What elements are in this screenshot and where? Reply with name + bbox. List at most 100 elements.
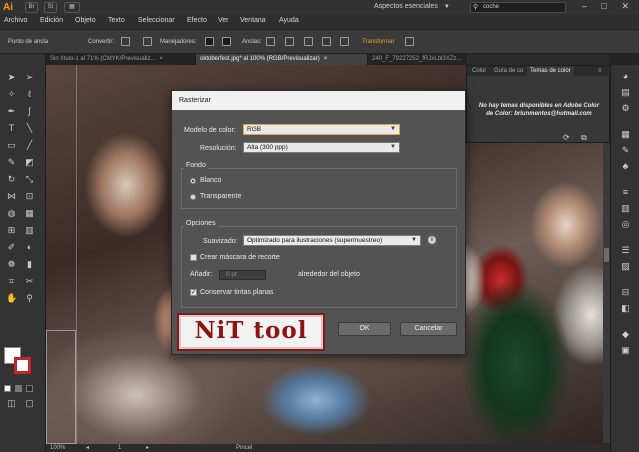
eyedropper-icon[interactable]: ✐	[6, 242, 17, 253]
bg-transparent-radio[interactable]	[190, 194, 196, 200]
menu-archivo[interactable]: Archivo	[4, 17, 27, 24]
appearance-icon[interactable]: ☰	[620, 245, 631, 256]
menu-ayuda[interactable]: Ayuda	[279, 17, 299, 24]
symbol-sprayer-icon[interactable]: ❁	[6, 259, 17, 270]
direct-selection-tool-icon[interactable]: ➢	[24, 72, 35, 83]
close-icon[interactable]: ×	[159, 56, 163, 62]
brushes-icon[interactable]: ✎	[620, 145, 631, 156]
layers-icon[interactable]: ◆	[620, 329, 631, 340]
zoom-tool-icon[interactable]: ⚲	[24, 293, 35, 304]
transform-link[interactable]: Transformar	[362, 39, 394, 45]
gradient-tool-icon[interactable]: ▥	[24, 225, 35, 236]
graph-tool-icon[interactable]: ▮	[24, 259, 35, 270]
isolate-icon[interactable]	[322, 37, 331, 46]
add-amount-field[interactable]: 0 pt	[219, 270, 266, 280]
tab-color-guide[interactable]: Guía de co	[491, 66, 526, 76]
rectangle-tool-icon[interactable]: ▭	[6, 140, 17, 151]
selection-tool-icon[interactable]: ➤	[6, 72, 17, 83]
antialias-select[interactable]: Optimizado para ilustraciones (supermues…	[243, 235, 421, 246]
menu-ver[interactable]: Ver	[218, 17, 229, 24]
stroke-color-swatch[interactable]	[14, 357, 31, 374]
slice-tool-icon[interactable]: ✂	[24, 276, 35, 287]
symbols-icon[interactable]: ♣	[620, 161, 631, 172]
bg-white-radio[interactable]	[190, 178, 196, 184]
window-controls[interactable]: – □ ✕	[582, 1, 635, 12]
shaper-tool-icon[interactable]: ✎	[6, 157, 17, 168]
show-handles-icon[interactable]	[205, 37, 214, 46]
rotate-tool-icon[interactable]: ↻	[6, 174, 17, 185]
menu-efecto[interactable]: Efecto	[187, 17, 207, 24]
tab-color-themes[interactable]: Temas de color	[527, 66, 574, 76]
artboard-tool-icon[interactable]: ⌗	[6, 276, 17, 287]
eraser-icon[interactable]: ◩	[24, 157, 35, 168]
screen-mode-icon[interactable]: ▢	[24, 398, 35, 409]
next-artboard-icon[interactable]: ▸	[146, 444, 149, 452]
blend-tool-icon[interactable]: ◐	[24, 242, 35, 253]
mesh-tool-icon[interactable]: ⊞	[6, 225, 17, 236]
shape-builder-icon[interactable]: ◍	[6, 208, 17, 219]
lasso-icon[interactable]: ℓ	[24, 89, 35, 100]
menu-texto[interactable]: Texto	[108, 17, 125, 24]
hand-tool-icon[interactable]: ✋	[6, 293, 17, 304]
search-input[interactable]: ⚲ coche	[470, 2, 566, 13]
panel-menu-icon[interactable]: ≡	[595, 66, 605, 76]
scrollbar-thumb[interactable]	[604, 248, 609, 262]
resolution-select[interactable]: Alta (300 ppp) ▼	[243, 142, 400, 153]
align-icon[interactable]	[340, 37, 349, 46]
cc-libraries-icon[interactable]: ▤	[620, 87, 631, 98]
gradient-panel-icon[interactable]: ▥	[620, 203, 631, 214]
width-tool-icon[interactable]: ⋈	[6, 191, 17, 202]
ok-button[interactable]: OK	[338, 322, 391, 336]
vertical-scrollbar[interactable]	[603, 143, 610, 443]
convert-corner-icon[interactable]	[121, 37, 130, 46]
magic-wand-icon[interactable]: ✧	[6, 89, 17, 100]
menu-edicion[interactable]: Edición	[40, 17, 63, 24]
line-tool-icon[interactable]: ╲	[24, 123, 35, 134]
color-model-select[interactable]: RGB ▼	[243, 124, 400, 135]
arrange-docs-button[interactable]: ▦	[64, 2, 80, 13]
remove-anchor-icon[interactable]	[266, 37, 275, 46]
prev-artboard-icon[interactable]: ◂	[86, 444, 89, 452]
color-panel-icon[interactable]: ◕	[620, 71, 631, 82]
free-transform-icon[interactable]: ⊡	[24, 191, 35, 202]
color-mode-swatch[interactable]	[4, 385, 11, 392]
scale-tool-icon[interactable]: ⤡	[24, 174, 35, 185]
spot-colors-checkbox[interactable]: ✓	[190, 289, 197, 296]
tab-sin-titulo[interactable]: Sin título-1 al 71% (CMYK/Previsualiz...…	[46, 54, 196, 65]
artboard-number[interactable]: 1	[118, 444, 121, 452]
stock-button[interactable]: St	[44, 2, 57, 13]
zoom-level[interactable]: 100%	[50, 444, 65, 452]
panel-options-icon[interactable]	[405, 37, 414, 46]
graphic-styles-icon[interactable]: ▨	[620, 261, 631, 272]
connect-anchor-icon[interactable]	[285, 37, 294, 46]
refresh-icon[interactable]: ⟳	[563, 133, 570, 142]
hide-handles-icon[interactable]	[222, 37, 231, 46]
align-panel-icon[interactable]: ⊟	[620, 287, 631, 298]
pen-tool-icon[interactable]: ✒	[6, 106, 17, 117]
stroke-panel-icon[interactable]: ≡	[620, 187, 631, 198]
gradient-mode-swatch[interactable]	[15, 385, 22, 392]
tab-oktoberfest[interactable]: oktoberfest.jpg* al 100% (RGB/Previsuali…	[196, 54, 368, 65]
color-themes-icon[interactable]: ⚙	[620, 103, 631, 114]
info-icon[interactable]: i	[428, 236, 436, 244]
workspace-switcher[interactable]: Aspectos esenciales ▼	[374, 3, 450, 10]
curvature-tool-icon[interactable]: ∫	[24, 106, 35, 117]
paintbrush-icon[interactable]: ╱	[24, 140, 35, 151]
type-tool-icon[interactable]: T	[6, 123, 17, 134]
draw-mode-icon[interactable]: ◫	[6, 398, 17, 409]
perspective-grid-icon[interactable]: ▦	[24, 208, 35, 219]
convert-smooth-icon[interactable]	[143, 37, 152, 46]
cancel-button[interactable]: Cancelar	[400, 322, 457, 336]
transparency-icon[interactable]: ◎	[620, 219, 631, 230]
cut-path-icon[interactable]	[304, 37, 313, 46]
bridge-button[interactable]: Br	[25, 2, 38, 13]
tab-240-f[interactable]: 240_F_79227252_fRJxLbl3XZz...	[368, 54, 466, 65]
artboards-icon[interactable]: ▣	[620, 345, 631, 356]
menu-objeto[interactable]: Objeto	[75, 17, 96, 24]
close-icon[interactable]: ×	[324, 56, 328, 62]
menu-ventana[interactable]: Ventana	[240, 17, 266, 24]
none-mode-swatch[interactable]	[26, 385, 33, 392]
clip-mask-checkbox[interactable]	[190, 254, 197, 261]
pathfinder-icon[interactable]: ◧	[620, 303, 631, 314]
menu-seleccionar[interactable]: Seleccionar	[138, 17, 175, 24]
